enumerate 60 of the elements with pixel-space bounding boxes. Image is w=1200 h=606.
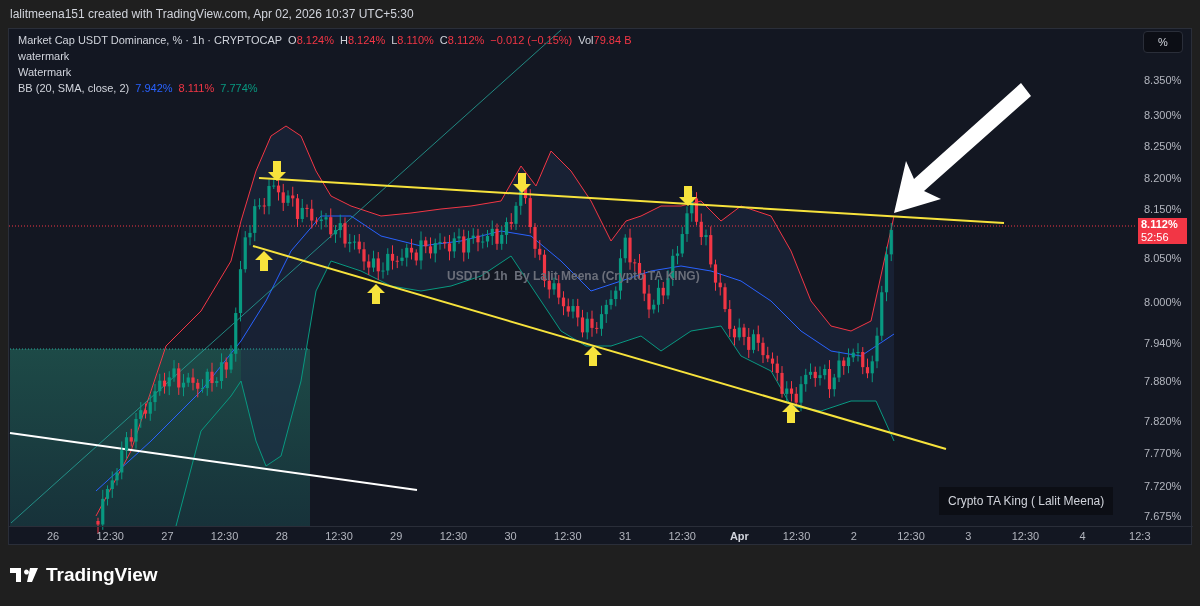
time-label: 12:30 [897,529,925,543]
brand-name: TradingView [46,562,158,587]
down-arrow-icon [513,173,531,193]
logo-icon [10,567,40,583]
percent-scale-button[interactable]: % [1143,31,1183,53]
last-price-label: 8.112% 52:56 [1138,218,1187,244]
price-label: 7.880% [1144,374,1182,388]
indicator-name: BB (20, SMA, close, 2) [18,81,130,96]
price-label: 8.050% [1144,251,1182,265]
time-label: 12:30 [439,529,468,543]
time-label: 29 [390,529,403,543]
time-label: 28 [275,529,288,543]
price-label: 8.300% [1144,108,1182,122]
time-label: 12:30 [782,529,811,543]
down-arrow-icon [679,186,697,206]
text-label: Crypto TA King ( Lalit Meena) [939,487,1114,515]
price-label: 8.250% [1144,139,1182,153]
time-label: 30 [504,529,517,543]
time-label: 26 [46,529,60,543]
ohlc-value: L8.110% [391,33,434,48]
time-label: 12:30 [1011,529,1040,543]
volume-value: Vol79.84 B [578,33,632,48]
price-label: 8.150% [1144,202,1182,216]
up-arrow-icon [367,284,385,304]
indicator-value: 7.942% [135,81,173,96]
time-label: Apr [729,529,749,543]
price-label: 7.770% [1144,446,1182,460]
pointer-arrow-icon [894,83,1031,213]
time-label: 12:30 [325,529,353,543]
change-value: −0.012 (−0.15%) [490,33,573,48]
time-label: 12:30 [210,529,239,543]
price-label: 8.000% [1144,295,1182,309]
symbol-title: Market Cap USDT Dominance, % · 1h · CRYPTOCAP [18,33,283,48]
price-label: 7.940% [1144,336,1182,350]
time-label: 12:30 [668,529,696,543]
ohlc-value: O8.124% [288,33,334,48]
indicator-value: 7.774% [220,81,258,96]
indicator-value: 8.111% [178,81,215,96]
up-arrow-icon [255,251,273,271]
up-arrow-icon [782,403,800,423]
up-arrow-icon [584,346,602,366]
time-label: 31 [618,529,632,543]
legend-text: watermark [18,49,70,64]
time-label: 12:3 [1129,529,1151,543]
ohlc-value: H8.124% [339,33,386,48]
time-label: 2 [850,529,857,543]
price-label: 8.200% [1144,171,1182,185]
time-label: 3 [965,529,972,543]
time-label: 12:30 [96,529,124,543]
price-label: 7.720% [1144,479,1182,493]
price-label: 7.675% [1144,509,1182,523]
legend-text: Watermark [18,65,72,80]
time-label: 12:30 [554,529,582,543]
ohlc-value: C8.112% [439,33,485,48]
header-text: lalitmeena151 created with TradingView.com, Apr 02, 2026 10:37 UTC+5:30 [10,6,414,23]
price-label: 7.820% [1144,414,1182,428]
down-arrow-icon [268,161,286,181]
time-label: 4 [1079,529,1086,543]
price-label: 8.350% [1144,73,1182,87]
time-label: 27 [161,529,174,543]
